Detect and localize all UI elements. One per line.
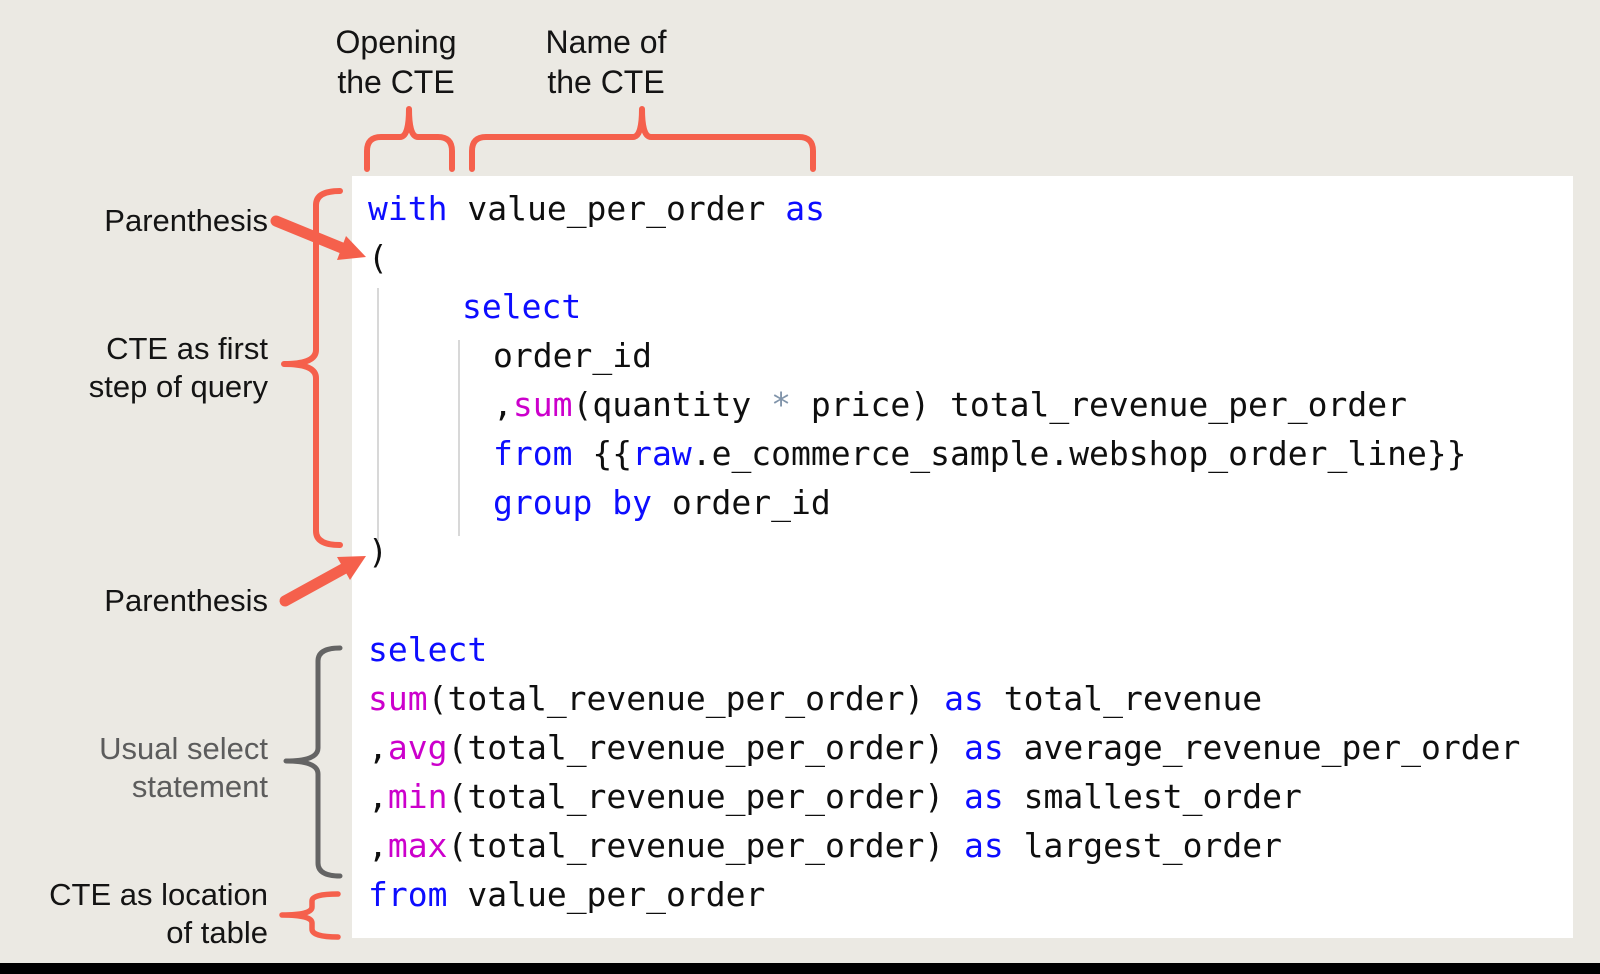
label-line: statement [0, 768, 268, 806]
code-token-keyword: as [964, 728, 1004, 767]
code-line: sum(total_revenue_per_order) as total_re… [368, 674, 1573, 723]
code-token-plain: , [368, 826, 388, 865]
code-token-plain: ( [368, 238, 388, 277]
code-line [368, 576, 1573, 625]
label-usual-select-statement: Usual select statement [0, 730, 268, 806]
code-token-plain: , [493, 385, 513, 424]
code-token-keyword: select [462, 287, 581, 326]
bottom-bar [0, 963, 1600, 974]
code-token-keyword: as [944, 679, 984, 718]
label-line: the CTE [506, 62, 706, 102]
code-token-keyword: group by [493, 483, 652, 522]
code-token-plain: ) [368, 532, 388, 571]
code-token-keyword: as [785, 189, 825, 228]
label-line: the CTE [296, 62, 496, 102]
code-token-function: sum [513, 385, 573, 424]
code-token-plain: , [368, 728, 388, 767]
code-token-plain: largest_order [1004, 826, 1282, 865]
code-line: select [368, 625, 1573, 674]
code-token-plain: (total_revenue_per_order) [428, 679, 945, 718]
code-token-plain: value_per_order [447, 875, 765, 914]
label-line: Usual select [0, 730, 268, 768]
code-token-plain: (quantity [572, 385, 771, 424]
sql-code: with value_per_order as(selectorder_id,s… [368, 184, 1573, 919]
code-token-plain: , [368, 777, 388, 816]
label-cte-first-step: CTE as first step of query [0, 330, 268, 406]
code-token-plain: (total_revenue_per_order) [447, 826, 964, 865]
code-line: ,sum(quantity * price) total_revenue_per… [368, 380, 1573, 429]
code-line: ,min(total_revenue_per_order) as smalles… [368, 772, 1573, 821]
code-line: from value_per_order [368, 870, 1573, 919]
code-line: group by order_id [368, 478, 1573, 527]
label-cte-location-of-table: CTE as location of table [0, 876, 268, 952]
code-token-plain: value_per_order [447, 189, 785, 228]
code-token-plain: (total_revenue_per_order) [447, 777, 964, 816]
code-token-plain: .e_commerce_sample.webshop_order_line}} [692, 434, 1467, 473]
label-line: Name of [506, 22, 706, 62]
code-token-plain: order_id [652, 483, 831, 522]
label-line: CTE as location [0, 876, 268, 914]
label-line: of table [0, 914, 268, 952]
brace-cte-location [282, 894, 338, 937]
code-token-function: sum [368, 679, 428, 718]
code-token-keyword: from [493, 434, 572, 473]
label-line: step of query [0, 368, 268, 406]
code-token-operator: * [771, 385, 791, 424]
code-line: ( [368, 233, 1573, 282]
code-token-plain: (total_revenue_per_order) [447, 728, 964, 767]
brace-opening-cte [367, 109, 452, 169]
code-token-function: max [388, 826, 448, 865]
code-line: ,max(total_revenue_per_order) as largest… [368, 821, 1573, 870]
code-token-plain: order_id [493, 336, 652, 375]
label-line: Opening [296, 22, 496, 62]
label-parenthesis-top: Parenthesis [0, 202, 268, 240]
sql-code-panel: with value_per_order as(selectorder_id,s… [352, 176, 1573, 938]
brace-name-cte [472, 109, 813, 169]
label-parenthesis-bottom: Parenthesis [0, 582, 268, 620]
code-line: select [368, 282, 1573, 331]
code-token-plain: smallest_order [1004, 777, 1302, 816]
label-opening-the-cte: Opening the CTE [296, 22, 496, 102]
code-token-plain: average_revenue_per_order [1004, 728, 1521, 767]
code-token-keyword: raw [632, 434, 692, 473]
code-line: order_id [368, 331, 1573, 380]
code-line: ,avg(total_revenue_per_order) as average… [368, 723, 1573, 772]
code-token-keyword: from [368, 875, 447, 914]
code-line: from {{raw.e_commerce_sample.webshop_ord… [368, 429, 1573, 478]
code-token-keyword: with [368, 189, 447, 228]
code-line: ) [368, 527, 1573, 576]
code-token-keyword: as [964, 826, 1004, 865]
label-name-of-the-cte: Name of the CTE [506, 22, 706, 102]
code-token-plain: price) total_revenue_per_order [791, 385, 1407, 424]
code-token-function: min [388, 777, 448, 816]
code-token-function: avg [388, 728, 448, 767]
label-line: CTE as first [0, 330, 268, 368]
brace-usual-select [286, 648, 340, 876]
brace-cte-first-step [284, 191, 340, 545]
code-token-keyword: as [964, 777, 1004, 816]
code-token-plain: {{ [572, 434, 632, 473]
code-token-plain: total_revenue [984, 679, 1262, 718]
code-line: with value_per_order as [368, 184, 1573, 233]
code-token-keyword: select [368, 630, 487, 669]
